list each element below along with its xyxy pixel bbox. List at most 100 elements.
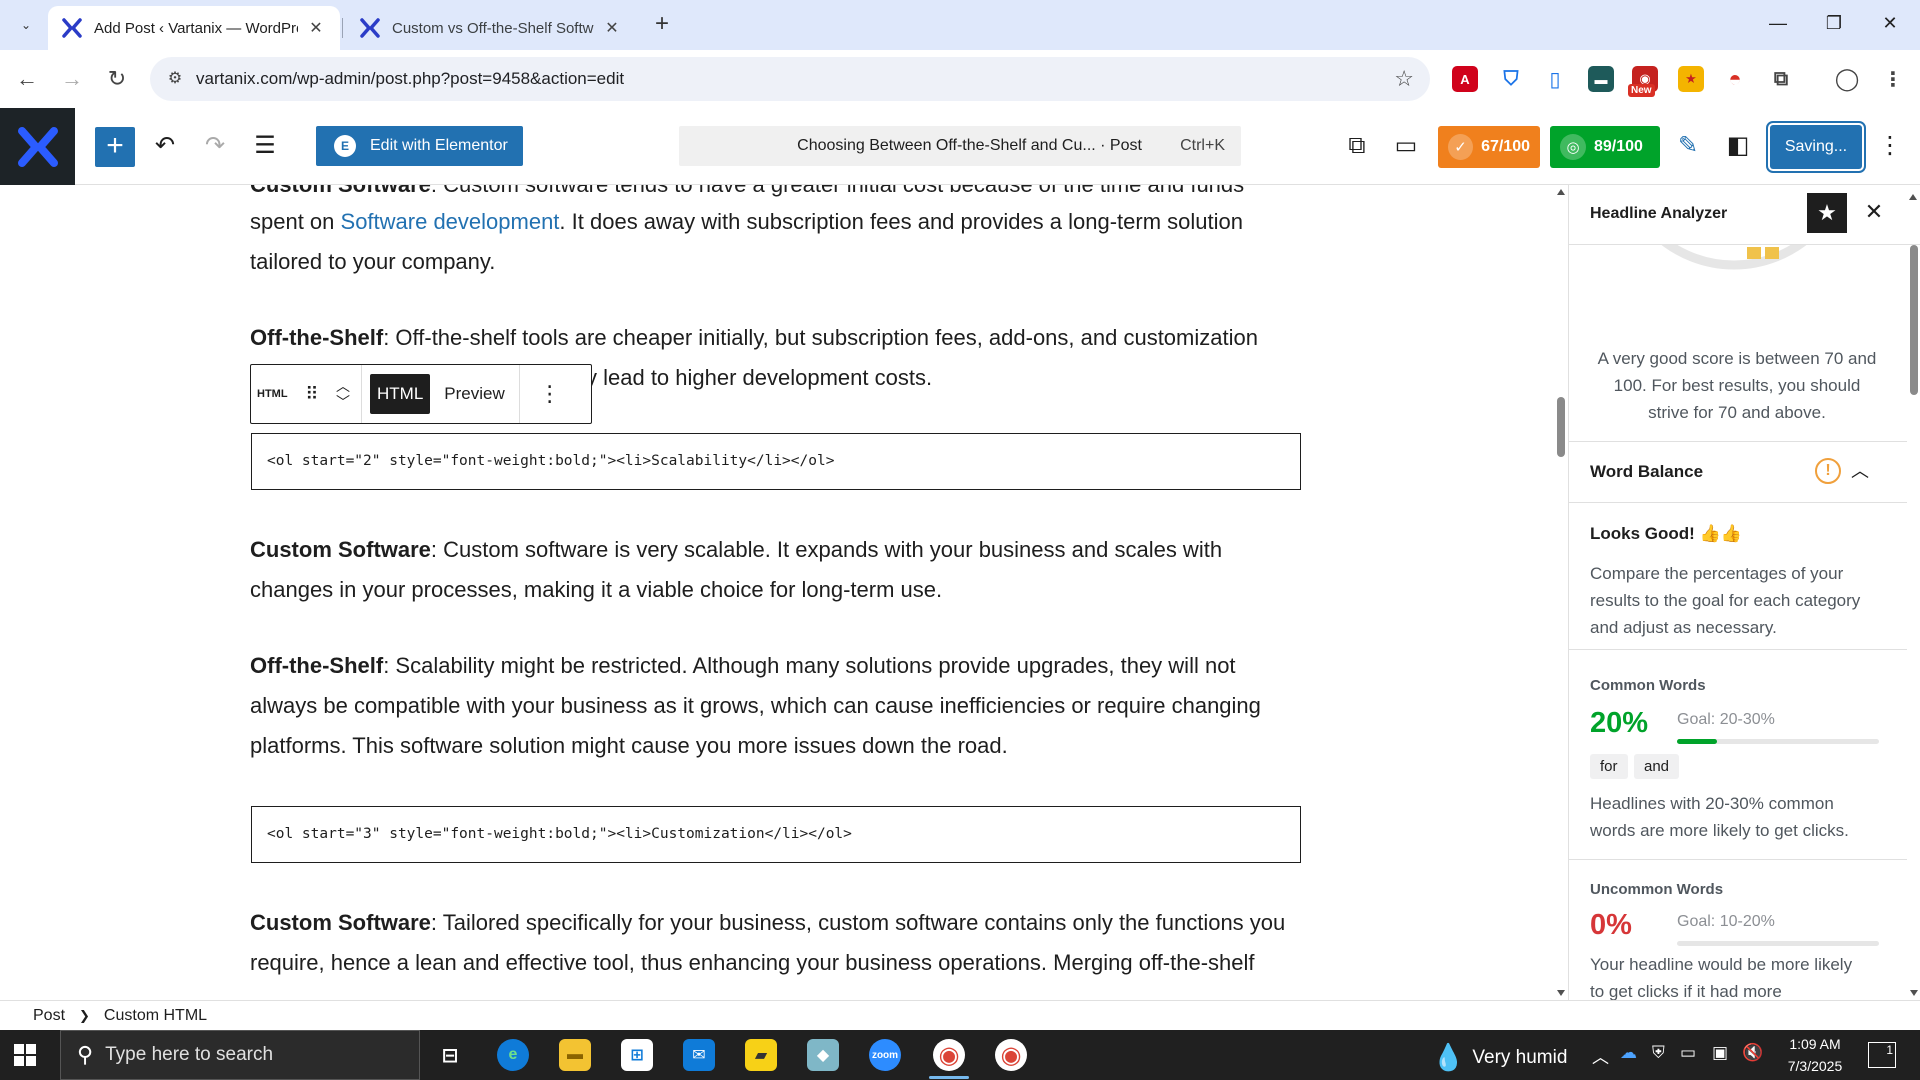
paragraph-text: y lead to higher development costs. [586, 365, 933, 390]
command-palette-bar[interactable]: Choosing Between Off-the-Shelf and Cu...… [679, 126, 1241, 166]
weather-widget[interactable]: 💧 Very humid [1432, 1042, 1567, 1073]
bold-label: Off-the-Shelf [250, 653, 384, 678]
paragraph-text: : Off-the-shelf tools are cheaper initia… [383, 325, 1258, 350]
site-settings-icon[interactable]: ⚙ [164, 68, 186, 90]
word-balance-heading[interactable]: Word Balance [1590, 462, 1703, 482]
taskbar-search[interactable]: ⚲ Type here to search [60, 1030, 420, 1080]
edge-icon[interactable]: e [497, 1039, 529, 1071]
block-type-segment: HTML ⠿ ︿ ﹀ [251, 365, 362, 423]
chevron-up-icon[interactable]: ︿ [1851, 457, 1869, 483]
close-icon[interactable]: ✕ [1859, 197, 1889, 227]
paragraph-block[interactable]: y lead to higher development costs. [586, 358, 1286, 399]
pdf-extension-icon[interactable]: A [1452, 66, 1478, 92]
address-bar[interactable]: ⚙ vartanix.com/wp-admin/post.php?post=94… [150, 57, 1430, 101]
zoom-icon[interactable]: zoom [869, 1039, 901, 1071]
breadcrumb-post[interactable]: Post [33, 1007, 65, 1025]
html-mode-button[interactable]: HTML [370, 374, 431, 414]
profile-icon[interactable]: ◯ [1834, 66, 1860, 92]
shield-extension-icon[interactable]: ⛉ [1498, 66, 1524, 92]
breadcrumb-custom-html[interactable]: Custom HTML [104, 1007, 207, 1025]
reload-icon[interactable]: ↻ [102, 64, 132, 94]
chrome-icon[interactable]: ◉ [933, 1039, 965, 1071]
tab-add-post[interactable]: Add Post ‹ Vartanix — WordPre ✕ [48, 6, 340, 50]
file-explorer-icon[interactable]: ▬ [559, 1039, 591, 1071]
sidebar-scrollbar[interactable] [1907, 245, 1920, 1000]
more-options-icon[interactable]: ⋮ [520, 381, 580, 407]
close-icon[interactable]: ✕ [306, 18, 326, 38]
block-type-label[interactable]: HTML [251, 388, 297, 400]
paragraph-block[interactable]: always be compatible with your business … [250, 686, 1300, 727]
paragraph-block[interactable]: tailored to your company. [250, 242, 1300, 283]
paragraph-block[interactable]: Off-the-Shelf: Off-the-shelf tools are c… [250, 318, 1300, 359]
mail-icon[interactable]: ✉ [683, 1039, 715, 1071]
back-arrow-icon[interactable]: ← [12, 64, 42, 94]
custom-html-block[interactable]: <ol start="2" style="font-weight:bold;">… [251, 433, 1301, 490]
security-icon[interactable]: ⛨ [1652, 1043, 1665, 1063]
paragraph-block[interactable]: platforms. This software solution might … [250, 726, 1300, 767]
magic-wand-icon[interactable]: ✎ [1670, 128, 1706, 164]
cloud-app-icon[interactable]: ◆ [807, 1039, 839, 1071]
sidebar-scroll-up-icon[interactable] [1906, 192, 1920, 202]
canvas-scrollbar[interactable] [1554, 185, 1568, 1000]
options-menu-icon[interactable]: ⋮ [1872, 128, 1908, 164]
add-block-button[interactable]: + [95, 127, 135, 167]
tab-search-button[interactable]: ⌄ [12, 11, 40, 39]
headline-score-button[interactable]: ◎ 89/100 [1550, 126, 1660, 168]
redo-icon[interactable]: ↷ [197, 128, 233, 164]
battery-icon[interactable]: ▭ [1680, 1043, 1696, 1063]
browser-menu-icon[interactable]: ⋮ [1880, 66, 1906, 92]
windows-start-icon[interactable] [14, 1044, 36, 1066]
software-development-link[interactable]: Software development [341, 209, 560, 234]
sticky-notes-icon[interactable]: ▰ [745, 1039, 777, 1071]
document-overview-icon[interactable]: ☰ [247, 128, 283, 164]
new-tab-button[interactable]: + [648, 11, 676, 39]
system-clock[interactable]: 1:09 AM 7/3/2025 [1770, 1033, 1860, 1077]
chrome-profile-icon[interactable]: ◉ [995, 1039, 1027, 1071]
pokeball-extension-icon[interactable]: ◓ [1722, 66, 1748, 92]
site-logo-icon[interactable] [0, 108, 75, 185]
notifications-icon[interactable]: 1 [1868, 1042, 1896, 1068]
edit-with-elementor-button[interactable]: E Edit with Elementor [316, 126, 523, 166]
restore-button[interactable]: ❐ [1806, 0, 1862, 46]
preview-mode-button[interactable]: Preview [434, 384, 514, 404]
custom-html-block[interactable]: <ol start="3" style="font-weight:bold;">… [251, 806, 1301, 863]
task-view-icon[interactable]: ⊟ [434, 1039, 466, 1071]
network-icon[interactable]: ▣ [1712, 1043, 1728, 1063]
paragraph-block[interactable]: Custom Software: Custom software is very… [250, 530, 1300, 571]
undo-icon[interactable]: ↶ [147, 128, 183, 164]
paragraph-block[interactable]: spent on Software development. It does a… [250, 202, 1300, 243]
search-placeholder: Type here to search [105, 1044, 274, 1065]
url-text[interactable]: vartanix.com/wp-admin/post.php?post=9458… [196, 69, 624, 89]
bold-label: Custom Software [250, 537, 431, 562]
device-preview-icon[interactable]: ▭ [1388, 128, 1424, 164]
move-down-icon[interactable]: ﹀ [336, 394, 350, 410]
paragraph-text: always be compatible with your business … [250, 693, 1261, 718]
onedrive-cloud-icon[interactable]: ☁ [1620, 1043, 1637, 1063]
bookmark-extension-icon[interactable]: ★ [1678, 66, 1704, 92]
extensions-puzzle-icon[interactable]: ⧉ [1768, 66, 1794, 92]
close-icon[interactable]: ✕ [602, 18, 622, 38]
paragraph-block[interactable]: Custom Software: Tailored specifically f… [250, 903, 1300, 944]
view-post-external-icon[interactable]: ⧉ [1339, 128, 1375, 164]
seo-score-button[interactable]: ✓ 67/100 [1438, 126, 1540, 168]
volume-muted-icon[interactable]: 🔇 [1742, 1043, 1763, 1063]
star-icon[interactable]: ★ [1807, 193, 1847, 233]
minimize-button[interactable]: — [1750, 0, 1806, 46]
store-icon[interactable]: ⊞ [621, 1039, 653, 1071]
saving-button[interactable]: Saving... [1766, 121, 1866, 173]
window-close-button[interactable]: ✕ [1862, 0, 1918, 46]
headline-analyzer-icon: ◎ [1560, 134, 1586, 160]
paragraph-block[interactable]: Off-the-Shelf: Scalability might be rest… [250, 646, 1300, 687]
tab-custom-vs-off-the-shelf[interactable]: Custom vs Off-the-Shelf Softwa ✕ [346, 6, 636, 50]
drag-handle-icon[interactable]: ⠿ [297, 384, 325, 405]
paragraph-block[interactable]: require, hence a lean and effective tool… [250, 943, 1300, 984]
move-up-icon[interactable]: ︿ [336, 378, 350, 394]
settings-sidebar-icon[interactable]: ◧ [1720, 128, 1756, 164]
bookmark-star-icon[interactable]: ☆ [1394, 66, 1414, 92]
document-extension-icon[interactable]: ▯ [1542, 66, 1568, 92]
paragraph-block[interactable]: changes in your processes, making it a v… [250, 570, 1300, 611]
forward-arrow-icon[interactable]: → [57, 64, 87, 94]
wallet-extension-icon[interactable]: ▬ [1588, 66, 1614, 92]
show-hidden-icons-chevron-icon[interactable]: ︿ [1592, 1043, 1609, 1068]
divider [1569, 441, 1907, 442]
